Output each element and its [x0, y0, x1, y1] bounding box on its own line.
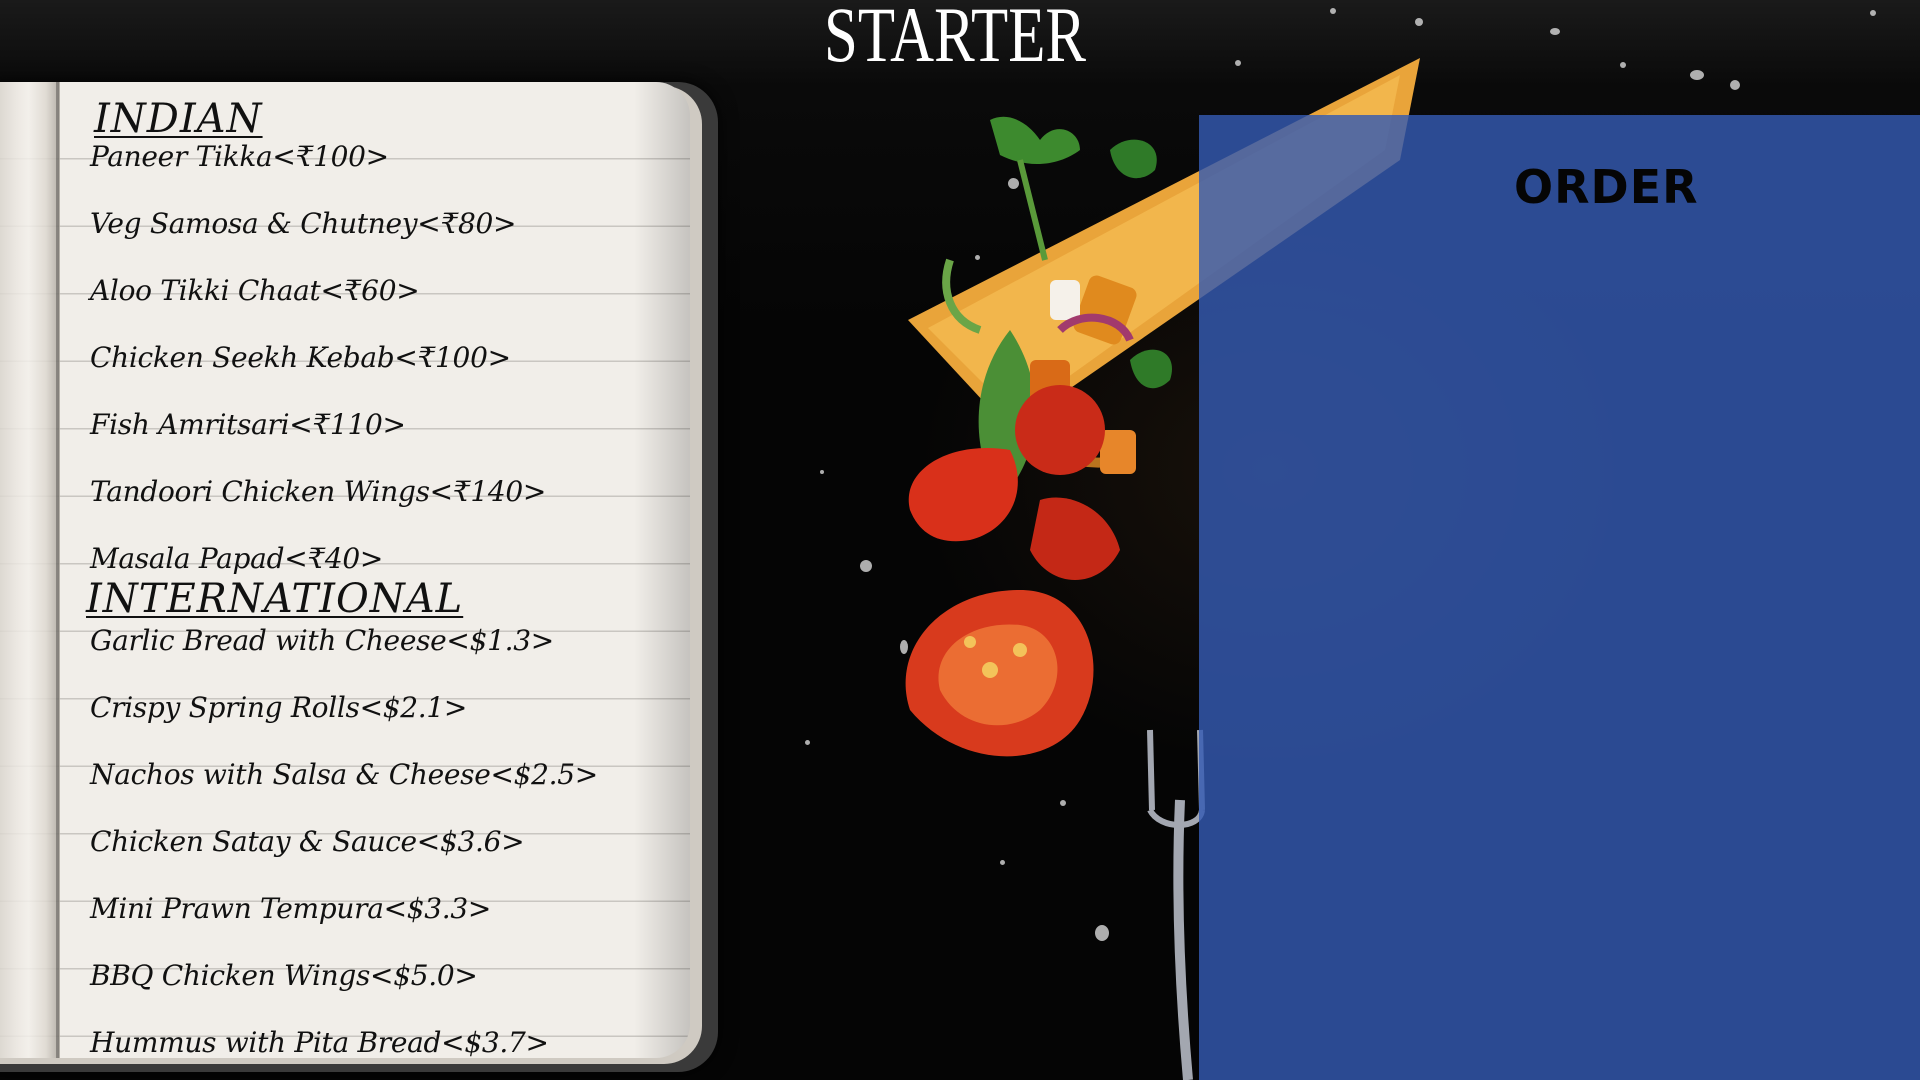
menu-item[interactable]: Mini Prawn Tempura<$3.3> [90, 892, 491, 925]
menu-item[interactable]: Chicken Satay & Sauce<$3.6> [90, 825, 525, 858]
notebook-page: INDIAN Paneer Tikka<₹100> Veg Samosa & C… [0, 82, 690, 1059]
menu-item[interactable]: Garlic Bread with Cheese<$1.3> [90, 624, 554, 657]
section-heading-indian: INDIAN [94, 96, 263, 142]
menu-item[interactable]: Aloo Tikki Chaat<₹60> [90, 274, 420, 307]
menu-item[interactable]: Nachos with Salsa & Cheese<$2.5> [90, 758, 598, 791]
menu-item[interactable]: Masala Papad<₹40> [90, 542, 383, 575]
menu-notebook: INDIAN Paneer Tikka<₹100> Veg Samosa & C… [0, 82, 718, 1072]
order-panel[interactable] [1199, 115, 1920, 1080]
order-title: ORDER [1514, 160, 1699, 214]
menu-item[interactable]: Tandoori Chicken Wings<₹140> [90, 475, 546, 508]
menu-item[interactable]: Crispy Spring Rolls<$2.1> [90, 691, 467, 724]
menu-item[interactable]: Veg Samosa & Chutney<₹80> [90, 207, 516, 240]
menu-item[interactable]: BBQ Chicken Wings<$5.0> [90, 959, 478, 992]
menu-item[interactable]: Hummus with Pita Bread<$3.7> [90, 1026, 549, 1059]
section-heading-international: INTERNATIONAL [86, 576, 464, 622]
menu-item[interactable]: Paneer Tikka<₹100> [90, 140, 389, 173]
menu-item[interactable]: Fish Amritsari<₹110> [90, 408, 406, 441]
menu-item[interactable]: Chicken Seekh Kebab<₹100> [90, 341, 511, 374]
notebook-spine [0, 82, 60, 1058]
